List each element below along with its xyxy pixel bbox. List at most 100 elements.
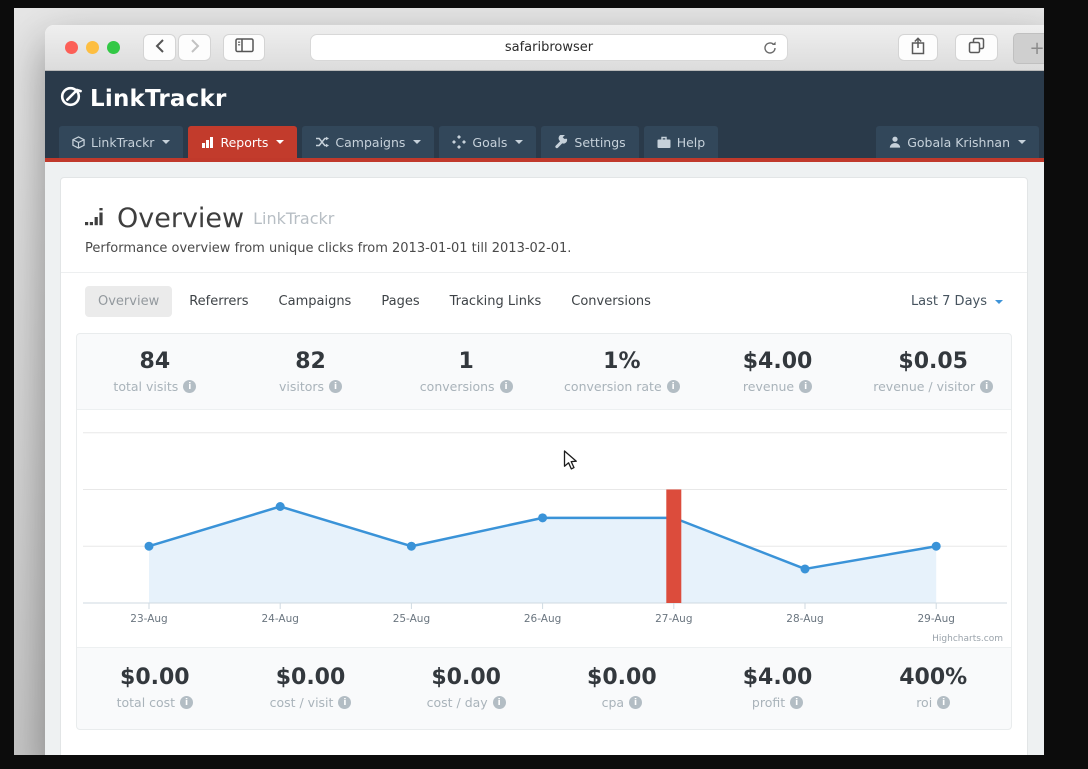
- stat-label-text: revenue: [742, 379, 795, 394]
- screenshot-frame: safaribrowser + LinkTrackr LinkTrackr Rep…: [0, 0, 1088, 769]
- stat-label: revenue / visitor i: [855, 379, 1011, 394]
- info-icon[interactable]: i: [492, 696, 506, 709]
- back-button[interactable]: [143, 34, 176, 61]
- info-icon[interactable]: i: [499, 380, 513, 393]
- stat-label-text: total visits: [113, 379, 179, 394]
- stat-label-text: visitors: [278, 379, 325, 394]
- overview-chart: 23-Aug 24-Aug 25-Aug 26-Aug 27-Aug 28-Aug 29-A…: [77, 410, 1011, 647]
- new-tab-button[interactable]: +: [1013, 33, 1044, 64]
- nav-item-linktrackr[interactable]: LinkTrackr: [59, 126, 184, 158]
- main-nav: LinkTrackr Reports Campaigns Goals Settings H…: [45, 126, 1044, 162]
- close-window-button[interactable]: [65, 41, 78, 54]
- stat-label: total visits i: [77, 379, 233, 394]
- nav-item-label: Help: [676, 134, 706, 150]
- stat-visitors: 82 visitors i: [233, 349, 389, 394]
- zoom-window-button[interactable]: [107, 41, 120, 54]
- app-logo[interactable]: LinkTrackr: [59, 82, 227, 115]
- main-nav-items: LinkTrackr Reports Campaigns Goals Settings H…: [59, 126, 723, 158]
- stats-row-bottom: $0.00 total cost i $0.00 cost / visit i $0.00 c…: [77, 647, 1011, 729]
- share-button[interactable]: [898, 34, 938, 61]
- stat-value: $4.00: [742, 665, 813, 690]
- stat-cost-visit: $0.00 cost / visit i: [233, 665, 389, 710]
- reload-icon[interactable]: [762, 40, 778, 60]
- linktrackr-logo-icon: [59, 82, 86, 115]
- show-tabs-button[interactable]: [955, 34, 998, 61]
- nav-item-reports[interactable]: Reports: [188, 126, 298, 158]
- tab-pages[interactable]: Pages: [368, 286, 432, 317]
- tab-tracking-links[interactable]: Tracking Links: [437, 286, 555, 317]
- bar-chart-icon: [201, 136, 214, 149]
- stat-label-text: cost / visit: [269, 695, 334, 710]
- stat-revenue-visitor: $0.05 revenue / visitor i: [855, 349, 1011, 394]
- wrench-icon: [554, 135, 568, 149]
- date-range-selector[interactable]: Last 7 Days: [911, 294, 1003, 309]
- tab-overview[interactable]: Overview: [85, 286, 173, 317]
- shuffle-icon: [315, 136, 330, 148]
- nav-item-help[interactable]: Help: [643, 126, 719, 158]
- nav-item-campaigns[interactable]: Campaigns: [302, 126, 435, 158]
- desktop-background: safaribrowser + LinkTrackr LinkTrackr Rep…: [14, 8, 1044, 755]
- info-icon[interactable]: i: [666, 380, 680, 393]
- nav-item-goals[interactable]: Goals: [439, 126, 537, 158]
- stat-label: visitors i: [233, 379, 389, 394]
- goals-icon: [452, 135, 467, 149]
- chevron-down-icon: [162, 140, 171, 144]
- stat-label: conversion rate i: [544, 379, 700, 394]
- chevron-down-icon: [515, 140, 524, 144]
- stat-value: 400%: [899, 665, 968, 690]
- stat-label-text: profit: [751, 695, 786, 710]
- stat-label: cpa i: [544, 695, 700, 710]
- stat-label-text: cost / day: [426, 695, 488, 710]
- plus-icon: +: [1029, 38, 1044, 59]
- minimize-window-button[interactable]: [86, 41, 99, 54]
- svg-text:24-Aug: 24-Aug: [261, 613, 298, 625]
- address-bar[interactable]: safaribrowser: [310, 34, 788, 61]
- stat-roi: 400% roi i: [855, 665, 1011, 710]
- page-title: Overview: [117, 203, 245, 234]
- info-icon[interactable]: i: [790, 696, 804, 709]
- stat-label: profit i: [700, 695, 856, 710]
- chevron-right-icon: [189, 38, 201, 58]
- stat-label-text: roi: [916, 695, 933, 710]
- page-title-suffix: LinkTrackr: [253, 209, 335, 228]
- browser-window: safaribrowser + LinkTrackr LinkTrackr Rep…: [45, 25, 1044, 755]
- tab-referrers[interactable]: Referrers: [176, 286, 261, 317]
- user-icon: [889, 136, 901, 148]
- info-icon[interactable]: i: [329, 380, 343, 393]
- tab-conversions[interactable]: Conversions: [558, 286, 664, 317]
- nav-item-label: Goals: [472, 134, 508, 150]
- nav-item-label: Settings: [574, 134, 626, 150]
- info-icon[interactable]: i: [629, 696, 643, 709]
- forward-button[interactable]: [178, 34, 211, 61]
- cube-icon: [72, 135, 85, 149]
- stat-label: revenue i: [700, 379, 856, 394]
- info-icon[interactable]: i: [937, 696, 951, 709]
- share-icon: [910, 36, 926, 59]
- stat-label: roi i: [855, 695, 1011, 710]
- stats-row-top: 84 total visits i 82 visitors i 1 conversions i 1…: [77, 334, 1011, 410]
- user-menu[interactable]: Gobala Krishnan: [876, 126, 1039, 158]
- address-bar-text: safaribrowser: [504, 40, 594, 55]
- info-icon[interactable]: i: [799, 380, 813, 393]
- stat-value: $0.00: [431, 665, 501, 690]
- stat-value: $0.00: [587, 665, 657, 690]
- svg-text:28-Aug: 28-Aug: [786, 613, 823, 625]
- stats-chart-panel: 84 total visits i 82 visitors i 1 conversions i 1…: [76, 333, 1012, 730]
- info-icon[interactable]: i: [180, 696, 194, 709]
- nav-item-settings[interactable]: Settings: [541, 126, 639, 158]
- nav-item-label: LinkTrackr: [91, 134, 155, 150]
- info-icon[interactable]: i: [338, 696, 352, 709]
- sidebar-toggle-button[interactable]: [223, 34, 265, 61]
- info-icon[interactable]: i: [980, 380, 994, 393]
- tab-campaigns[interactable]: Campaigns: [266, 286, 365, 317]
- report-header: Overview LinkTrackr Performance overview…: [61, 178, 1027, 273]
- stat-label: cost / visit i: [233, 695, 389, 710]
- app-header: LinkTrackr: [45, 71, 1044, 126]
- stat-value: 84: [139, 349, 171, 374]
- stat-revenue: $4.00 revenue i: [700, 349, 856, 394]
- report-tabs-items: Overview Referrers Campaigns Pages Tracking …: [85, 286, 668, 317]
- stat-total-cost: $0.00 total cost i: [77, 665, 233, 710]
- stat-profit: $4.00 profit i: [700, 665, 856, 710]
- info-icon[interactable]: i: [183, 380, 197, 393]
- stat-cost-day: $0.00 cost / day i: [388, 665, 544, 710]
